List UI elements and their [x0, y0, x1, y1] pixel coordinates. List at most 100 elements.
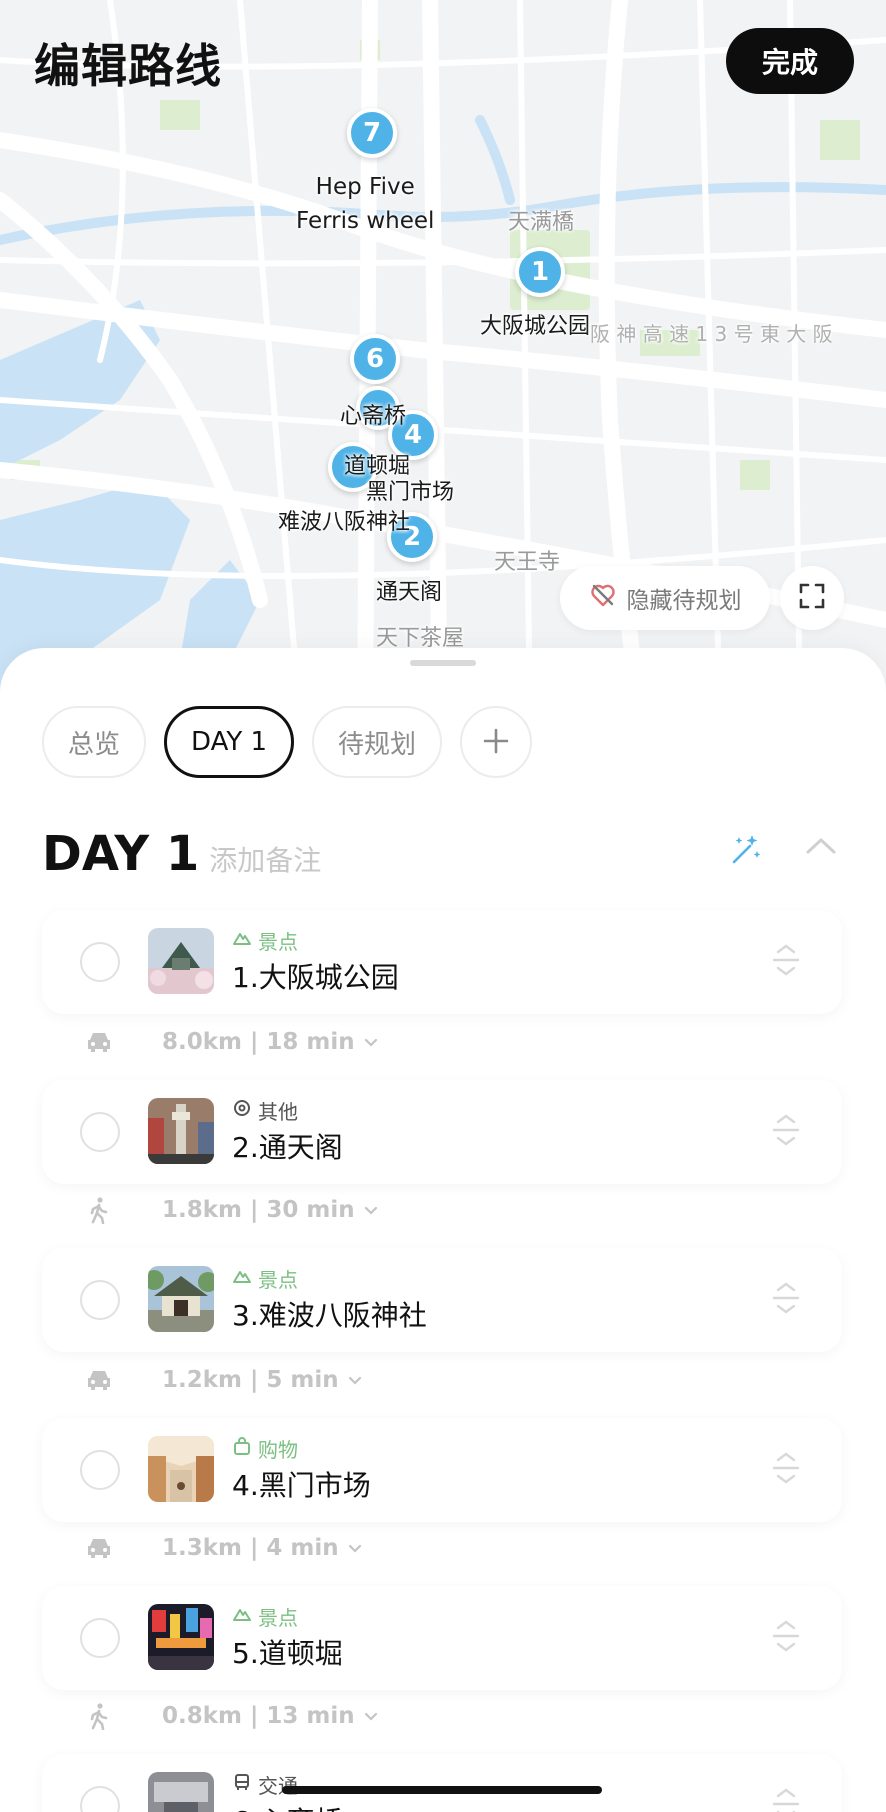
route-leg[interactable]: 8.0km | 18 min	[84, 1022, 379, 1062]
chevron-down-icon	[347, 1367, 363, 1393]
map-label-namba-yasaka: 难波八阪神社	[278, 510, 411, 535]
map-pin-6[interactable]: 6	[350, 334, 400, 384]
item-category-label: 购物	[258, 1438, 298, 1462]
magic-wand-icon[interactable]	[728, 832, 764, 872]
item-category-label: 景点	[258, 1268, 298, 1292]
mountain-icon	[232, 1266, 252, 1291]
hep-five-text: Hep Five	[315, 174, 415, 200]
itinerary-item[interactable]: 购物 4.黑门市场	[42, 1418, 842, 1522]
route-leg[interactable]: 1.2km | 5 min	[84, 1360, 363, 1400]
place-thumbnail	[148, 928, 214, 994]
item-category: 景点	[232, 926, 298, 955]
home-indicator[interactable]	[282, 1786, 602, 1794]
leg-distance-time: 8.0km | 18 min	[162, 1029, 355, 1055]
map-label-tsutenkaku: 通天阁	[376, 580, 443, 605]
map-pin-7[interactable]: 7	[347, 108, 397, 158]
leg-distance-time: 1.3km | 4 min	[162, 1535, 339, 1561]
leg-distance-time: 0.8km | 13 min	[162, 1703, 355, 1729]
car-icon	[84, 1368, 114, 1392]
collapse-chevron-up-icon[interactable]	[804, 834, 838, 862]
tab-day-1[interactable]: DAY 1	[164, 706, 295, 778]
page-title: 编辑路线	[34, 39, 222, 93]
leg-distance-time: 1.2km | 5 min	[162, 1367, 339, 1393]
day-tabs: 总览 DAY 1 待规划	[42, 706, 533, 778]
mountain-icon	[232, 928, 252, 953]
map-label-tennoji: 天王寺	[494, 550, 561, 575]
chevron-down-icon	[363, 1029, 379, 1055]
item-checkbox[interactable]	[80, 1112, 120, 1152]
place-thumbnail	[148, 1266, 214, 1332]
place-thumbnail	[148, 1772, 214, 1812]
drag-handle-icon[interactable]	[768, 1618, 804, 1658]
car-icon	[84, 1030, 114, 1054]
item-category: 景点	[232, 1264, 298, 1293]
done-button[interactable]: 完成	[726, 28, 854, 94]
sheet-grabber[interactable]	[410, 660, 476, 666]
bus-icon	[232, 1772, 252, 1797]
plus-icon	[482, 720, 510, 764]
item-checkbox[interactable]	[80, 1786, 120, 1812]
item-name: 4.黑门市场	[232, 1469, 371, 1502]
drag-handle-icon[interactable]	[768, 1280, 804, 1320]
item-checkbox[interactable]	[80, 1280, 120, 1320]
item-category-label: 景点	[258, 1606, 298, 1630]
day-title: DAY 1	[42, 826, 200, 882]
chevron-down-icon	[347, 1535, 363, 1561]
chevron-down-icon	[363, 1197, 379, 1223]
tab-overview[interactable]: 总览	[42, 706, 147, 778]
item-category: 交通	[232, 1770, 298, 1799]
item-name: 5.道顿堀	[232, 1637, 343, 1670]
fullscreen-button[interactable]	[780, 566, 844, 630]
add-day-button[interactable]	[460, 706, 533, 778]
item-checkbox[interactable]	[80, 942, 120, 982]
heart-slash-icon	[589, 581, 617, 615]
shopping-bag-icon	[232, 1436, 252, 1461]
hide-unplanned-button[interactable]: 隐藏待规划	[560, 566, 770, 630]
item-checkbox[interactable]	[80, 1618, 120, 1658]
place-thumbnail	[148, 1436, 214, 1502]
drag-handle-icon[interactable]	[768, 1112, 804, 1152]
route-leg[interactable]: 0.8km | 13 min	[84, 1696, 379, 1736]
itinerary-item[interactable]: 交通 6.心斋桥	[42, 1754, 842, 1812]
map-label-tenmabashi: 天满橋	[508, 210, 575, 235]
item-name: 3.难波八阪神社	[232, 1299, 427, 1332]
itinerary-item[interactable]: 景点 1.大阪城公园	[42, 910, 842, 1014]
itinerary-item[interactable]: 其他 2.通天阁	[42, 1080, 842, 1184]
walking-icon	[84, 1702, 114, 1730]
map-label-osaka-castle-park: 大阪城公园	[480, 314, 591, 339]
item-category: 其他	[232, 1096, 298, 1125]
itinerary-item[interactable]: 景点 5.道顿堀	[42, 1586, 842, 1690]
item-name: 2.通天阁	[232, 1131, 343, 1164]
item-category-label: 其他	[258, 1100, 298, 1124]
hide-unplanned-label: 隐藏待规划	[626, 588, 742, 614]
tab-unplanned[interactable]: 待规划	[312, 706, 443, 778]
leg-distance-time: 1.8km | 30 min	[162, 1197, 355, 1223]
map-pin-1[interactable]: 1	[515, 247, 565, 297]
place-thumbnail	[148, 1098, 214, 1164]
map-label-kuromon: 黑门市场	[366, 480, 455, 505]
item-category: 景点	[232, 1602, 298, 1631]
map-label-expressway: 阪 神 高 速 1 3 号 東 大 阪	[590, 322, 833, 346]
item-name: 6.心斋桥	[232, 1800, 343, 1812]
walking-icon	[84, 1196, 114, 1224]
chevron-down-icon	[363, 1703, 379, 1729]
item-category-label: 景点	[258, 930, 298, 954]
route-leg[interactable]: 1.3km | 4 min	[84, 1528, 363, 1568]
item-checkbox[interactable]	[80, 1450, 120, 1490]
location-icon	[232, 1098, 252, 1123]
car-icon	[84, 1536, 114, 1560]
item-name: 1.大阪城公园	[232, 961, 399, 994]
add-note-field[interactable]: 添加备注	[209, 839, 321, 879]
mountain-icon	[232, 1604, 252, 1629]
route-leg[interactable]: 1.8km | 30 min	[84, 1190, 379, 1230]
map-label-hep-five: Hep Five Ferris wheel	[296, 170, 434, 238]
map-label-shinsaibashi: 心斋桥	[340, 404, 407, 429]
ferris-wheel-text: Ferris wheel	[296, 208, 435, 234]
drag-handle-icon[interactable]	[768, 942, 804, 982]
day-header: DAY 1 添加备注	[42, 826, 321, 882]
drag-handle-icon[interactable]	[768, 1786, 804, 1812]
itinerary-item[interactable]: 景点 3.难波八阪神社	[42, 1248, 842, 1352]
fullscreen-icon	[797, 581, 827, 615]
route-map[interactable]: Hep Five Ferris wheel 天满橋 大阪城公园 阪 神 高 速 …	[0, 0, 886, 720]
drag-handle-icon[interactable]	[768, 1450, 804, 1490]
